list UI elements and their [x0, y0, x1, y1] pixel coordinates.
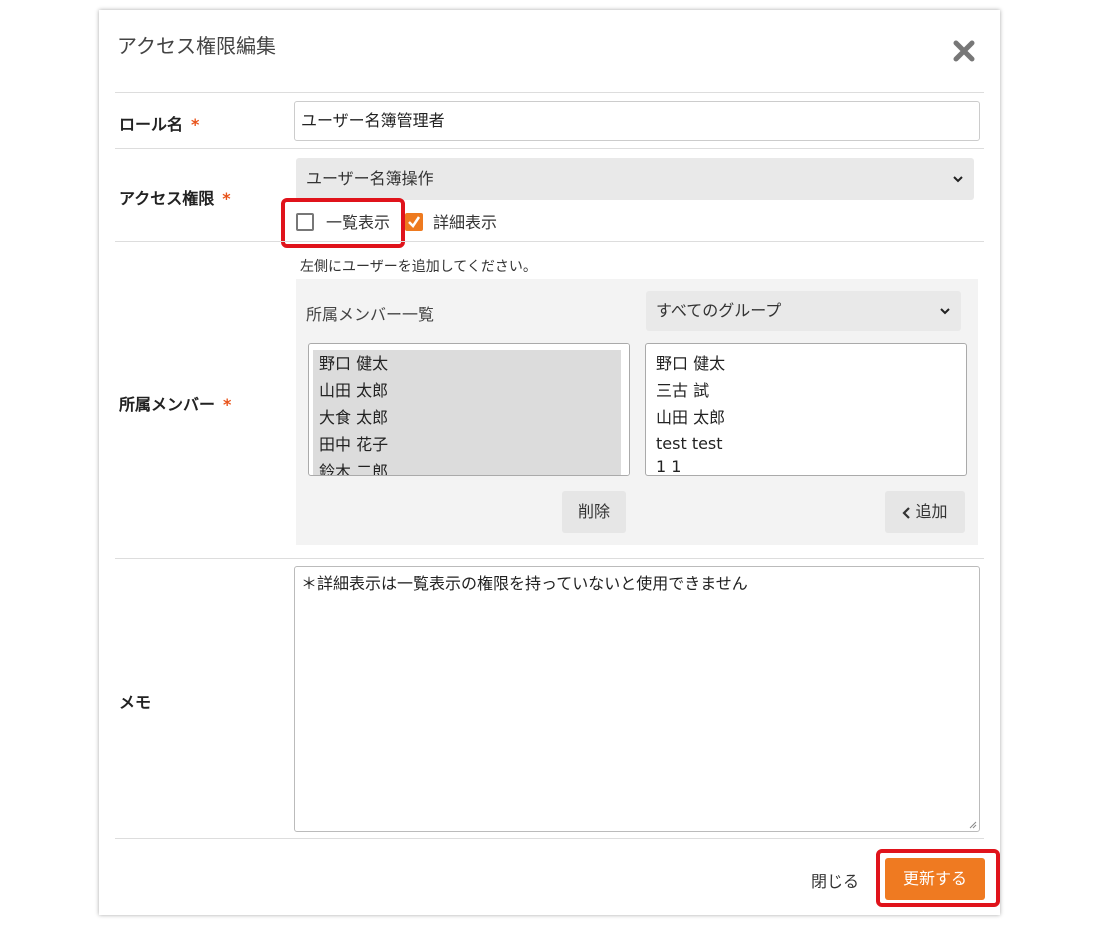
list-item[interactable]: 山田 太郎 — [650, 404, 958, 431]
required-mark: * — [223, 395, 232, 414]
list-item[interactable]: 山田 太郎 — [313, 377, 621, 404]
divider — [115, 92, 984, 93]
remove-button[interactable]: 削除 — [562, 491, 626, 533]
current-members-listbox[interactable]: 野口 健太 山田 太郎 大食 太郎 田中 花子 鈴木 二郎 — [308, 343, 630, 476]
required-mark: * — [222, 189, 231, 208]
add-button[interactable]: 追加 — [885, 491, 965, 533]
list-item[interactable]: 三古 試 — [650, 377, 958, 404]
access-edit-dialog: アクセス権限編集 ロール名 * ユーザー名簿管理者 アクセス権限 * ユーザー名簿操… — [99, 10, 1000, 915]
memo-textarea[interactable]: ＊詳細表示は一覧表示の権限を持っていないと使用できません — [294, 566, 980, 832]
divider — [115, 241, 984, 242]
chevron-left-icon — [902, 506, 911, 519]
resize-grip-icon[interactable] — [967, 819, 977, 829]
checkbox-checked-icon[interactable] — [405, 213, 423, 231]
chevron-down-icon — [940, 308, 950, 315]
checkbox-label-list-view: 一覧表示 — [326, 213, 391, 232]
role-name-input[interactable]: ユーザー名簿管理者 — [294, 101, 980, 141]
divider — [115, 838, 984, 839]
members-hint: 左側にユーザーを追加してください。 — [300, 259, 537, 275]
checkbox-label-detail-view: 詳細表示 — [433, 213, 498, 232]
group-filter-value: すべてのグループ — [656, 301, 782, 320]
update-button[interactable]: 更新する — [885, 858, 985, 900]
role-name-label: ロール名 * — [119, 115, 200, 134]
close-icon[interactable] — [951, 38, 977, 64]
access-permission-value: ユーザー名簿操作 — [306, 169, 434, 188]
list-item[interactable]: test test — [650, 431, 958, 457]
required-mark: * — [191, 115, 200, 134]
list-item[interactable]: 大食 太郎 — [313, 404, 621, 431]
access-permission-select[interactable]: ユーザー名簿操作 — [296, 158, 974, 200]
memo-label: メモ — [119, 693, 152, 712]
list-item[interactable]: 野口 健太 — [650, 350, 958, 377]
list-item[interactable]: 鈴木 二郎 — [313, 458, 621, 475]
list-item[interactable]: 野口 健太 — [313, 350, 621, 377]
checkbox-empty-icon[interactable] — [296, 213, 314, 231]
chevron-down-icon — [953, 176, 963, 183]
members-label: 所属メンバー * — [119, 395, 232, 414]
access-permission-label: アクセス権限 * — [119, 189, 231, 208]
list-item[interactable]: 田中 花子 — [313, 431, 621, 458]
list-item[interactable]: 1 1 — [650, 457, 958, 475]
candidate-users-listbox[interactable]: 野口 健太 三古 試 山田 太郎 test test 1 1 — [645, 343, 967, 476]
dialog-title: アクセス権限編集 — [117, 34, 276, 58]
group-filter-select[interactable]: すべてのグループ — [646, 291, 961, 331]
close-button[interactable]: 閉じる — [811, 868, 859, 892]
divider — [115, 148, 984, 149]
member-panel: 所属メンバー一覧 すべてのグループ 野口 健太 山田 太郎 大食 太郎 田中 花… — [296, 279, 978, 545]
add-button-label: 追加 — [915, 502, 948, 521]
member-list-title: 所属メンバー一覧 — [306, 305, 435, 324]
memo-text: ＊詳細表示は一覧表示の権限を持っていないと使用できません — [301, 574, 748, 593]
divider — [115, 558, 984, 559]
scrollbar[interactable] — [621, 344, 629, 475]
